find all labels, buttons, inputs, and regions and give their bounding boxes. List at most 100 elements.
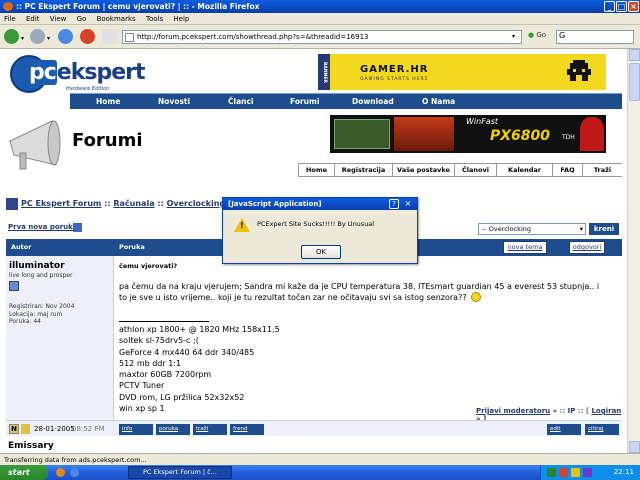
menu-registracija[interactable]: Registracija: [334, 164, 392, 176]
edit-button[interactable]: edit: [547, 424, 581, 435]
author-panel: [6, 256, 114, 420]
menu-file[interactable]: File: [0, 13, 20, 25]
nav-novosti[interactable]: Novosti: [158, 94, 190, 110]
ok-button[interactable]: OK: [301, 245, 341, 259]
tray-icon[interactable]: [559, 468, 568, 477]
signature-divider: [119, 321, 209, 322]
home-icon[interactable]: [102, 29, 117, 44]
logo-subtitle: Hardware Edition: [66, 86, 110, 92]
jump-button[interactable]: kreni: [589, 223, 619, 235]
scroll-down-button[interactable]: [629, 441, 640, 453]
stop-icon[interactable]: [80, 29, 95, 44]
tray-icon[interactable]: [571, 468, 580, 477]
search-engine-icon[interactable]: G: [557, 31, 565, 40]
back-dropdown-icon[interactable]: ▾: [21, 35, 24, 42]
minimize-button[interactable]: _: [604, 1, 615, 12]
post-author-name[interactable]: illuminator: [9, 261, 65, 271]
nav-clanci[interactable]: Članci: [228, 94, 254, 110]
page-scrollbar[interactable]: [627, 49, 640, 453]
author-column-header: Autor: [11, 243, 32, 251]
maximize-button[interactable]: □: [616, 1, 627, 12]
menu-bookmarks[interactable]: Bookmarks: [93, 13, 140, 25]
quicklaunch-icon[interactable]: [56, 468, 65, 477]
logged-link[interactable]: Logiran: [591, 407, 621, 415]
gamer-banner[interactable]: GAMER.HR GAMING STARTS HERE: [330, 54, 606, 90]
scroll-thumb[interactable]: [629, 63, 640, 101]
menu-help[interactable]: Help: [169, 13, 193, 25]
forum-jump-select[interactable]: -- Overclocking ▾: [478, 223, 586, 235]
nav-forumi[interactable]: Forumi: [290, 94, 319, 110]
menu-vase-postavke[interactable]: Vaše postavke: [392, 164, 454, 176]
message-button[interactable]: poruka: [156, 424, 190, 435]
search-user-button[interactable]: traži: [193, 424, 227, 435]
post-author-title: live long and prosper: [9, 272, 73, 279]
next-post-author[interactable]: Emissary: [8, 441, 54, 451]
forum-icon: [6, 197, 18, 210]
menu-edit[interactable]: Edit: [22, 13, 44, 25]
forward-arrow-icon[interactable]: [30, 29, 45, 44]
status-bar: Transferring data from ads.pcekspert.com…: [0, 453, 640, 465]
close-button[interactable]: ×: [628, 1, 639, 12]
forum-jump-value: -- Overclocking: [482, 225, 531, 233]
author-post-count: Poruka: 44: [9, 318, 41, 325]
back-arrow-icon[interactable]: [4, 29, 19, 44]
buddy-button[interactable]: frend: [230, 424, 264, 435]
task-label: PC Ekspert Forum | č...: [143, 468, 217, 476]
nav-download[interactable]: Download: [352, 94, 394, 110]
menu-kalendar[interactable]: Kalendar: [496, 164, 552, 176]
breadcrumb-sep: ::: [101, 199, 114, 208]
menu-trazi[interactable]: Traži: [582, 164, 622, 176]
info-button[interactable]: info: [119, 424, 153, 435]
post-date: 28-01-2005: [34, 425, 75, 433]
search-input[interactable]: G: [556, 30, 634, 44]
breadcrumb-category[interactable]: Računala: [113, 199, 154, 208]
forum-menu: Home Registracija Vaše postavke Članovi …: [298, 163, 622, 177]
reload-icon[interactable]: [58, 29, 73, 44]
dialog-close-icon[interactable]: ×: [403, 199, 413, 209]
tray-icon[interactable]: [583, 468, 592, 477]
signature-line: athlon xp 1800+ @ 1820 MHz 158x11,5: [119, 325, 280, 334]
signature-line: soltek sl-75drv5-c ;(: [119, 336, 199, 346]
status-text: Transferring data from ads.pcekspert.com…: [4, 456, 147, 464]
menu-tools[interactable]: Tools: [142, 13, 167, 25]
go-button[interactable]: ● Go: [528, 31, 546, 39]
url-dropdown-icon[interactable]: ▾: [512, 33, 515, 40]
scroll-up-button[interactable]: [629, 49, 640, 61]
help-icon[interactable]: ?: [389, 199, 399, 209]
new-topic-button[interactable]: nova tema: [503, 241, 547, 254]
menu-view[interactable]: View: [46, 13, 71, 25]
menu-go[interactable]: Go: [73, 13, 91, 25]
url-input[interactable]: http://forum.pcekspert.com/showthread.ph…: [122, 30, 522, 44]
winfast-banner[interactable]: WinFast PX6800 TDH: [330, 115, 606, 153]
nav-o-nama[interactable]: O Nama: [422, 94, 455, 110]
taskbar-firefox-window[interactable]: PC Ekspert Forum | č...: [128, 466, 232, 479]
breadcrumb-root[interactable]: PC Ekspert Forum: [21, 199, 101, 208]
pcekspert-logo[interactable]: pcekspert Hardware Edition: [10, 55, 150, 93]
ip-separator: ::: [559, 407, 568, 415]
menu-home[interactable]: Home: [298, 164, 334, 176]
window-title-bar[interactable]: :: PC Ekspert Forum | cemu vjerovati? | …: [0, 0, 640, 13]
menu-clanovi[interactable]: Članovi: [454, 164, 496, 176]
start-label: start: [8, 468, 30, 477]
confused-smiley-icon: [471, 292, 481, 302]
new-post-arrow-icon[interactable]: [73, 223, 82, 232]
dialog-title-bar[interactable]: [JavaScript Application]: [223, 198, 417, 210]
nav-home[interactable]: Home: [96, 94, 120, 110]
banner-title: GAMER.HR: [360, 64, 429, 75]
first-new-post-link[interactable]: Prva nova poruka: [8, 223, 77, 231]
avatar: [9, 281, 19, 291]
window-title: :: PC Ekspert Forum | cemu vjerovati? | …: [16, 2, 260, 11]
space-invader-icon: [567, 60, 591, 81]
ad-suffix-text: TDH: [562, 134, 575, 141]
reply-button[interactable]: odgovori: [569, 241, 605, 254]
breadcrumb-subforum[interactable]: Overclocking: [167, 199, 226, 208]
menu-faq[interactable]: FAQ: [552, 164, 582, 176]
quote-button[interactable]: citiraj: [585, 424, 619, 435]
ip-label[interactable]: IP: [568, 407, 576, 415]
quicklaunch-icon[interactable]: [70, 468, 79, 477]
forward-dropdown-icon[interactable]: ▾: [47, 35, 50, 42]
report-moderator-link[interactable]: Prijavi moderatoru: [476, 407, 550, 415]
tray-icon[interactable]: [547, 468, 556, 477]
start-button[interactable]: start: [0, 465, 48, 480]
firefox-icon: [3, 2, 13, 11]
